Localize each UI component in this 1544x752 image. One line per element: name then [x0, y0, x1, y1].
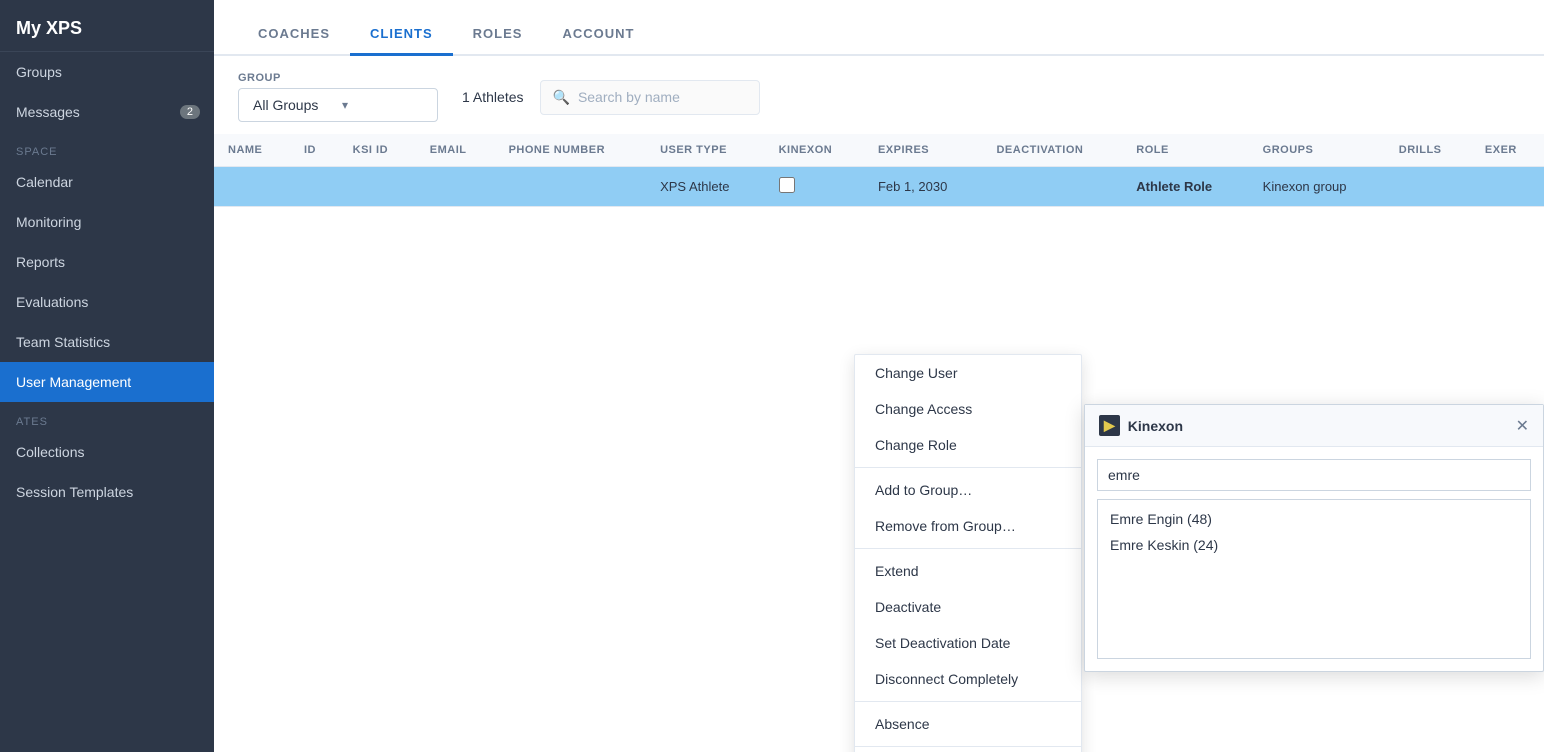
- cell-ksi-id: [339, 167, 416, 207]
- kinexon-search-input[interactable]: [1097, 459, 1531, 491]
- clients-table: NAME ID KSI ID EMAIL PHONE NUMBER USER T…: [214, 134, 1544, 207]
- sidebar-section-ates: ATES: [0, 402, 214, 432]
- group-label: GROUP: [238, 72, 438, 84]
- cell-exer: [1471, 167, 1544, 207]
- col-expires: EXPIRES: [864, 134, 983, 167]
- kinexon-checkbox[interactable]: [779, 177, 795, 193]
- kinexon-popup-title: Kinexon: [1128, 418, 1508, 434]
- context-menu: Change User Change Access Change Role Ad…: [854, 354, 1082, 752]
- table-row[interactable]: XPS Athlete Feb 1, 2030 Athlete Role Kin…: [214, 167, 1544, 207]
- col-phone: PHONE NUMBER: [495, 134, 646, 167]
- sidebar-item-evaluations[interactable]: Evaluations: [0, 282, 214, 322]
- divider-4: [855, 746, 1081, 747]
- close-icon[interactable]: ✕: [1516, 416, 1529, 436]
- context-menu-change-role[interactable]: Change Role: [855, 427, 1081, 463]
- tab-roles[interactable]: ROLES: [453, 10, 543, 56]
- context-menu-deactivate[interactable]: Deactivate: [855, 589, 1081, 625]
- sidebar-item-groups[interactable]: Groups: [0, 52, 214, 92]
- divider-3: [855, 701, 1081, 702]
- cell-id: [290, 167, 339, 207]
- sidebar-item-messages[interactable]: Messages 2: [0, 92, 214, 132]
- tab-account[interactable]: ACCOUNT: [542, 10, 654, 56]
- col-user-type: USER TYPE: [646, 134, 765, 167]
- cell-user-type: XPS Athlete: [646, 167, 765, 207]
- sidebar-item-monitoring[interactable]: Monitoring: [0, 202, 214, 242]
- kinexon-results-list: Emre Engin (48) Emre Keskin (24): [1097, 499, 1531, 659]
- tab-bar: COACHES CLIENTS ROLES ACCOUNT: [214, 0, 1544, 56]
- context-menu-set-deactivation[interactable]: Set Deactivation Date: [855, 625, 1081, 661]
- kinexon-list-item[interactable]: Emre Engin (48): [1104, 506, 1524, 532]
- context-menu-extend[interactable]: Extend: [855, 553, 1081, 589]
- context-menu-absence[interactable]: Absence: [855, 706, 1081, 742]
- col-name: NAME: [214, 134, 290, 167]
- col-exer: EXER: [1471, 134, 1544, 167]
- search-icon: 🔍: [553, 89, 570, 106]
- context-menu-remove-group[interactable]: Remove from Group…: [855, 508, 1081, 544]
- kinexon-popup-header: ▶ Kinexon ✕: [1085, 405, 1543, 447]
- cell-email: [416, 167, 495, 207]
- group-select-dropdown[interactable]: All Groups ▾: [238, 88, 438, 122]
- sidebar-section-space: SPACE: [0, 132, 214, 162]
- cell-kinexon: [765, 167, 864, 207]
- app-title: My XPS: [0, 0, 214, 52]
- cell-phone: [495, 167, 646, 207]
- context-menu-add-group[interactable]: Add to Group…: [855, 472, 1081, 508]
- sidebar-item-session-templates[interactable]: Session Templates: [0, 472, 214, 512]
- cell-deactivation: [982, 167, 1122, 207]
- messages-badge: 2: [180, 105, 200, 119]
- group-select-value: All Groups: [253, 97, 334, 113]
- context-menu-disconnect[interactable]: Disconnect Completely: [855, 661, 1081, 697]
- col-id: ID: [290, 134, 339, 167]
- sidebar-item-collections[interactable]: Collections: [0, 432, 214, 472]
- context-menu-change-user[interactable]: Change User: [855, 355, 1081, 391]
- tab-coaches[interactable]: COACHES: [238, 10, 350, 56]
- kinexon-logo: ▶: [1099, 415, 1120, 436]
- athletes-count: 1 Athletes: [462, 89, 524, 105]
- main-content: COACHES CLIENTS ROLES ACCOUNT GROUP All …: [214, 0, 1544, 752]
- kinexon-popup-body: Emre Engin (48) Emre Keskin (24): [1085, 447, 1543, 671]
- col-kinexon: KINEXON: [765, 134, 864, 167]
- search-box[interactable]: 🔍 Search by name: [540, 80, 760, 115]
- col-role: ROLE: [1122, 134, 1248, 167]
- table-header-row: NAME ID KSI ID EMAIL PHONE NUMBER USER T…: [214, 134, 1544, 167]
- kinexon-list-item[interactable]: Emre Keskin (24): [1104, 532, 1524, 558]
- divider-1: [855, 467, 1081, 468]
- col-ksi-id: KSI ID: [339, 134, 416, 167]
- sidebar: My XPS Groups Messages 2 SPACE Calendar …: [0, 0, 214, 752]
- cell-groups: Kinexon group: [1249, 167, 1385, 207]
- search-placeholder: Search by name: [578, 89, 680, 105]
- col-drills: DRILLS: [1385, 134, 1471, 167]
- cell-role: Athlete Role: [1122, 167, 1248, 207]
- chevron-down-icon: ▾: [342, 98, 423, 112]
- toolbar: GROUP All Groups ▾ 1 Athletes 🔍 Search b…: [214, 56, 1544, 134]
- context-menu-change-access[interactable]: Change Access: [855, 391, 1081, 427]
- sidebar-item-calendar[interactable]: Calendar: [0, 162, 214, 202]
- col-groups: GROUPS: [1249, 134, 1385, 167]
- tab-clients[interactable]: CLIENTS: [350, 10, 453, 56]
- sidebar-item-user-management[interactable]: User Management: [0, 362, 214, 402]
- table-wrapper: NAME ID KSI ID EMAIL PHONE NUMBER USER T…: [214, 134, 1544, 752]
- col-deactivation: DEACTIVATION: [982, 134, 1122, 167]
- cell-name: [214, 167, 290, 207]
- sidebar-item-team-statistics[interactable]: Team Statistics: [0, 322, 214, 362]
- group-selector-wrapper: GROUP All Groups ▾: [238, 72, 438, 122]
- col-email: EMAIL: [416, 134, 495, 167]
- sidebar-item-reports[interactable]: Reports: [0, 242, 214, 282]
- cell-expires: Feb 1, 2030: [864, 167, 983, 207]
- divider-2: [855, 548, 1081, 549]
- cell-drills: [1385, 167, 1471, 207]
- kinexon-popup: ▶ Kinexon ✕ Emre Engin (48) Emre Keskin …: [1084, 404, 1544, 672]
